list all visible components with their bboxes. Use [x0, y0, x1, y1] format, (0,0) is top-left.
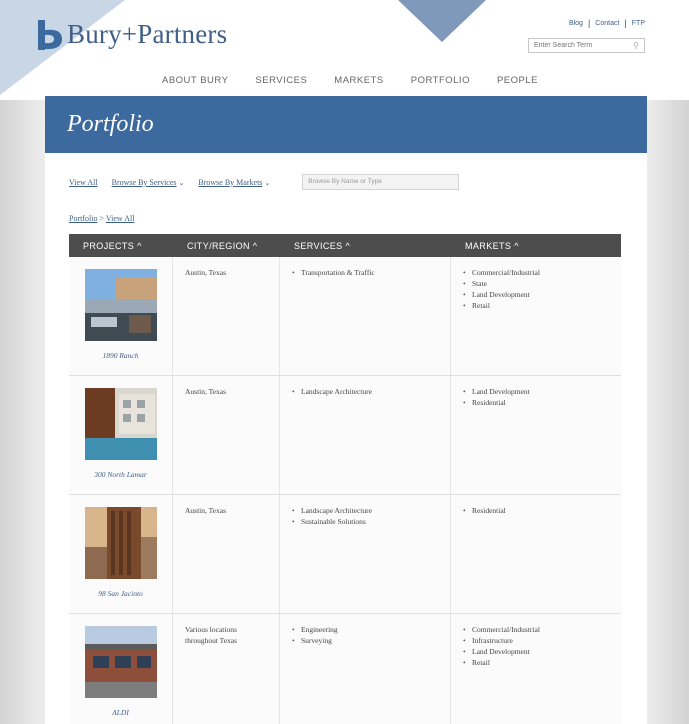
- list-item: Land Development: [463, 646, 609, 657]
- browse-by-services-link[interactable]: Browse By Services: [112, 178, 177, 187]
- search-icon[interactable]: ⚲: [633, 41, 639, 50]
- ftp-link[interactable]: FTP: [632, 20, 645, 27]
- markets-cell: Commercial/Industrial Infrastructure Lan…: [451, 614, 621, 724]
- list-item: Retail: [463, 300, 609, 311]
- list-item: Transportation & Traffic: [292, 267, 438, 278]
- project-cell: 98 San Jacinto: [69, 495, 173, 613]
- list-item: Infrastructure: [463, 635, 609, 646]
- list-item: Residential: [463, 397, 609, 408]
- browse-by-markets-link[interactable]: Browse By Markets: [198, 178, 262, 187]
- nav-markets[interactable]: MARKETS: [334, 75, 383, 86]
- project-cell: 1890 Ranch: [69, 257, 173, 375]
- nav-services[interactable]: SERVICES: [255, 75, 307, 86]
- table-row: 1890 Ranch Austin, Texas Transportation …: [69, 257, 621, 376]
- project-thumbnail[interactable]: [84, 388, 157, 460]
- markets-cell: Land Development Residential: [451, 376, 621, 494]
- project-thumbnail[interactable]: [84, 269, 157, 341]
- sort-services[interactable]: SERVICES ^: [280, 234, 451, 257]
- browse-by-name-input[interactable]: Browse By Name or Type: [302, 174, 460, 190]
- list-item: Engineering: [292, 624, 438, 635]
- site-search: ⚲: [528, 38, 645, 53]
- view-all-link[interactable]: View All: [69, 178, 98, 187]
- list-item: Residential: [463, 505, 609, 516]
- nav-about-bury[interactable]: ABOUT BURY: [162, 75, 228, 86]
- logo-link[interactable]: Bury+Partners: [38, 19, 227, 50]
- table-header: PROJECTS ^ CITY/REGION ^ SERVICES ^ MARK…: [69, 234, 621, 257]
- breadcrumb-separator: >: [99, 214, 104, 223]
- decorative-triangle-shape: [398, 0, 486, 42]
- nav-people[interactable]: PEOPLE: [497, 75, 538, 86]
- main-nav: ABOUT BURY SERVICES MARKETS PORTFOLIO PE…: [162, 75, 538, 86]
- sort-projects[interactable]: PROJECTS ^: [69, 234, 173, 257]
- list-item: Land Development: [463, 289, 609, 300]
- search-input[interactable]: [534, 42, 624, 49]
- divider: |: [587, 18, 591, 28]
- blog-link[interactable]: Blog: [569, 20, 583, 27]
- markets-cell: Residential: [451, 495, 621, 613]
- logo-icon: [38, 19, 62, 50]
- browse-controls: View All Browse By Services ⌄ Browse By …: [69, 174, 460, 190]
- project-thumbnail[interactable]: [84, 507, 157, 579]
- city-cell: Austin, Texas: [173, 257, 280, 375]
- list-item: Retail: [463, 657, 609, 668]
- sort-markets[interactable]: MARKETS ^: [451, 234, 621, 257]
- list-item: Commercial/Industrial: [463, 624, 609, 635]
- services-cell: Engineering Surveying: [280, 614, 451, 724]
- city-cell: Austin, Texas: [173, 376, 280, 494]
- chevron-down-icon[interactable]: ⌄: [264, 179, 270, 187]
- breadcrumb: Portfolio > View All: [69, 214, 134, 223]
- project-name-link[interactable]: ALDI: [112, 708, 129, 717]
- services-cell: Transportation & Traffic: [280, 257, 451, 375]
- breadcrumb-portfolio[interactable]: Portfolio: [69, 214, 97, 223]
- divider: |: [624, 18, 627, 28]
- markets-cell: Commercial/Industrial State Land Develop…: [451, 257, 621, 375]
- city-cell: Various locations throughout Texas: [173, 614, 280, 724]
- project-cell: ALDI: [69, 614, 173, 724]
- nav-portfolio[interactable]: PORTFOLIO: [411, 75, 470, 86]
- table-row: 98 San Jacinto Austin, Texas Landscape A…: [69, 495, 621, 614]
- project-name-link[interactable]: 1890 Ranch: [102, 351, 138, 360]
- list-item: Sustainable Solutions: [292, 516, 438, 527]
- list-item: Land Development: [463, 386, 609, 397]
- title-bar: Portfolio: [45, 96, 647, 153]
- city-cell: Austin, Texas: [173, 495, 280, 613]
- contact-link[interactable]: Contact: [595, 20, 619, 27]
- list-item: Commercial/Industrial: [463, 267, 609, 278]
- services-cell: Landscape Architecture: [280, 376, 451, 494]
- project-cell: 300 North Lamar: [69, 376, 173, 494]
- content-panel: Portfolio View All Browse By Services ⌄ …: [45, 96, 647, 724]
- table-row: ALDI Various locations throughout Texas …: [69, 614, 621, 724]
- logo-text: Bury+Partners: [67, 19, 228, 49]
- sort-city-region[interactable]: CITY/REGION ^: [173, 234, 280, 257]
- services-cell: Landscape Architecture Sustainable Solut…: [280, 495, 451, 613]
- project-name-link[interactable]: 300 North Lamar: [94, 470, 147, 479]
- breadcrumb-view-all[interactable]: View All: [106, 214, 135, 223]
- project-name-link[interactable]: 98 San Jacinto: [98, 589, 143, 598]
- list-item: Surveying: [292, 635, 438, 646]
- list-item: State: [463, 278, 609, 289]
- project-thumbnail[interactable]: [84, 626, 157, 698]
- utility-links: Blog | Contact | FTP: [569, 18, 645, 28]
- list-item: Landscape Architecture: [292, 386, 438, 397]
- chevron-down-icon[interactable]: ⌄: [179, 179, 185, 187]
- portfolio-table: PROJECTS ^ CITY/REGION ^ SERVICES ^ MARK…: [69, 234, 621, 724]
- table-row: 300 North Lamar Austin, Texas Landscape …: [69, 376, 621, 495]
- list-item: Landscape Architecture: [292, 505, 438, 516]
- page-title: Portfolio: [67, 111, 154, 137]
